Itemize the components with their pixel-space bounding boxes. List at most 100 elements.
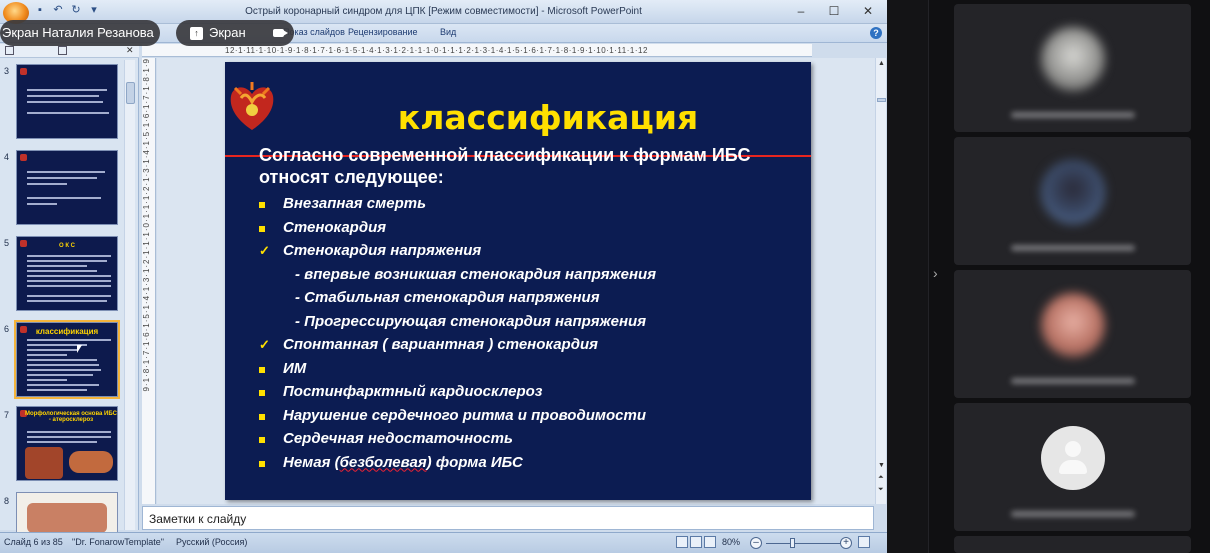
bullet-square-icon (259, 437, 265, 443)
slide-thumbnail[interactable] (16, 64, 118, 139)
slide[interactable]: классификация Согласно современной класс… (225, 62, 811, 500)
thumb-number: 7 (4, 410, 10, 420)
close-button[interactable]: ✕ (857, 3, 879, 20)
screen-share-icon: ↑ (190, 27, 203, 41)
thumbnail-image (69, 451, 113, 473)
help-icon[interactable]: ? (870, 27, 882, 39)
participant-name (1011, 378, 1135, 384)
participants-panel: › (887, 0, 1210, 553)
template-name[interactable]: "Dr. FonarowTemplate" (72, 537, 164, 547)
participant-name (1011, 245, 1135, 251)
bullet-square-icon (259, 202, 265, 208)
notes-pane[interactable]: Заметки к слайду (142, 506, 874, 530)
maximize-button[interactable]: ☐ (823, 3, 845, 20)
bullet-square-icon (259, 390, 265, 396)
participant-tile[interactable] (954, 4, 1191, 132)
participant-name (1011, 511, 1135, 517)
slide-thumbnail-selected[interactable]: классификация (14, 320, 120, 399)
zoom-level[interactable]: 80% (722, 537, 740, 547)
list-item: Внезапная смерть (259, 194, 809, 218)
scrollbar-thumb[interactable] (877, 98, 886, 102)
thumbnail-scrollbar[interactable] (124, 60, 135, 530)
bullet-list: Внезапная смерть Стенокардия ✓ Стенокарди… (259, 194, 809, 476)
status-bar: Слайд 6 из 85 "Dr. FonarowTemplate" Русс… (0, 532, 887, 553)
presenter-label: Экран Наталия Резанова (2, 25, 154, 40)
slide-title: классификация (397, 98, 699, 137)
screen-share-label: Экран (209, 25, 246, 40)
avatar (1040, 293, 1105, 357)
list-item: Постинфарктный кардиосклероз (259, 382, 809, 406)
tab-review[interactable]: Рецензирование (348, 27, 418, 37)
slide-thumbnail[interactable]: Морфологическая основа ИБС - атеросклеро… (16, 406, 118, 481)
language-indicator[interactable]: Русский (Россия) (176, 537, 247, 547)
zoom-slider[interactable] (766, 543, 841, 544)
check-icon: ✓ (259, 243, 270, 258)
list-item: Нарушение сердечного ритма и проводимост… (259, 406, 809, 430)
slideshow-icon[interactable] (704, 536, 716, 548)
bullet-square-icon (259, 460, 265, 467)
thumbnail-title: О К С (59, 243, 75, 249)
list-item: Стенокардия (259, 218, 809, 242)
zoom-slider-handle[interactable] (790, 538, 795, 548)
zoom-in-icon[interactable]: + (840, 537, 852, 549)
thumb-number: 6 (4, 324, 10, 334)
list-item: Немая (безболевая) форма ИБС (259, 453, 809, 477)
panel-divider (887, 0, 929, 553)
slide-sorter-icon[interactable] (690, 536, 702, 548)
list-item: ✓ Стенокардия напряжения (259, 242, 482, 259)
scrollbar-thumb[interactable] (126, 82, 135, 104)
slide-canvas: классификация Согласно современной класс… (157, 58, 875, 504)
list-item: - Прогрессирующая стенокардия напряжения (295, 312, 647, 330)
mouse-cursor-icon (77, 345, 82, 353)
heart-logo-icon (230, 82, 274, 130)
thumbnail-image (27, 503, 107, 533)
notes-placeholder: Заметки к слайду (149, 512, 247, 526)
list-item: Сердечная недостаточность (259, 429, 809, 453)
thumbnail-image (25, 447, 63, 479)
slide-thumbnail[interactable] (16, 150, 118, 225)
slide-scrollbar[interactable]: ▲ ▼ ⏶ ⏷ (875, 58, 886, 504)
scroll-down-icon[interactable]: ▼ (878, 462, 885, 469)
thumb-number: 8 (4, 496, 10, 506)
slide-intro: Согласно современной классификации к фор… (259, 145, 751, 187)
slide-thumbnail[interactable]: О К С (16, 236, 118, 311)
bullet-square-icon (259, 413, 265, 420)
zoom-out-icon[interactable]: – (750, 537, 762, 549)
slide-counter: Слайд 6 из 85 (4, 537, 63, 547)
spellcheck-word: безболевая (339, 453, 427, 471)
camera-icon[interactable] (273, 29, 288, 37)
tab-view[interactable]: Вид (440, 27, 456, 37)
check-icon: ✓ (259, 337, 270, 352)
participant-tile[interactable] (954, 270, 1191, 398)
thumb-number: 5 (4, 238, 10, 248)
participant-tile[interactable] (954, 536, 1191, 553)
user-icon (1040, 426, 1105, 490)
minimize-button[interactable]: – (790, 3, 812, 20)
slides-tab-icon[interactable] (5, 46, 14, 55)
list-item: - впервые возникшая стенокардия напряжен… (295, 265, 657, 283)
window-title: Острый коронарный синдром для ЦПК [Режим… (245, 6, 642, 17)
thumbnail-tabs: ✕ (0, 44, 139, 58)
presenter-pill: Экран Наталия Резанова (0, 20, 160, 46)
bullet-square-icon (259, 366, 265, 373)
thumb-number: 3 (4, 66, 10, 76)
close-pane-icon[interactable]: ✕ (126, 45, 134, 56)
chevron-right-icon[interactable]: › (933, 265, 938, 281)
vertical-ruler: 9·1·8·1·7·1·6·1·5·1·4·1·3·1·2·1·1·1·0·1·… (142, 58, 156, 504)
list-item: ✓ Спонтанная ( вариантная ) стенокардия (259, 336, 598, 353)
fit-to-window-icon[interactable] (858, 536, 870, 548)
avatar (1040, 160, 1105, 224)
participant-tile[interactable] (954, 403, 1191, 531)
slide-thumbnail-panel: ✕ 3 4 5 О К С 6 классификация 7 Морфолог… (0, 44, 139, 553)
scroll-up-icon[interactable]: ▲ (878, 60, 885, 67)
avatar (1040, 27, 1105, 91)
next-slide-icon[interactable]: ⏷ (878, 486, 884, 494)
screen-share-pill[interactable]: ↑ Экран (176, 20, 294, 46)
list-item: ИМ (259, 359, 809, 383)
participant-tile[interactable] (954, 137, 1191, 265)
thumb-number: 4 (4, 152, 10, 162)
thumbnail-title: Морфологическая основа ИБС - атеросклеро… (25, 411, 117, 423)
outline-tab-icon[interactable] (58, 46, 67, 55)
normal-view-icon[interactable] (676, 536, 688, 548)
prev-slide-icon[interactable]: ⏶ (878, 474, 884, 482)
